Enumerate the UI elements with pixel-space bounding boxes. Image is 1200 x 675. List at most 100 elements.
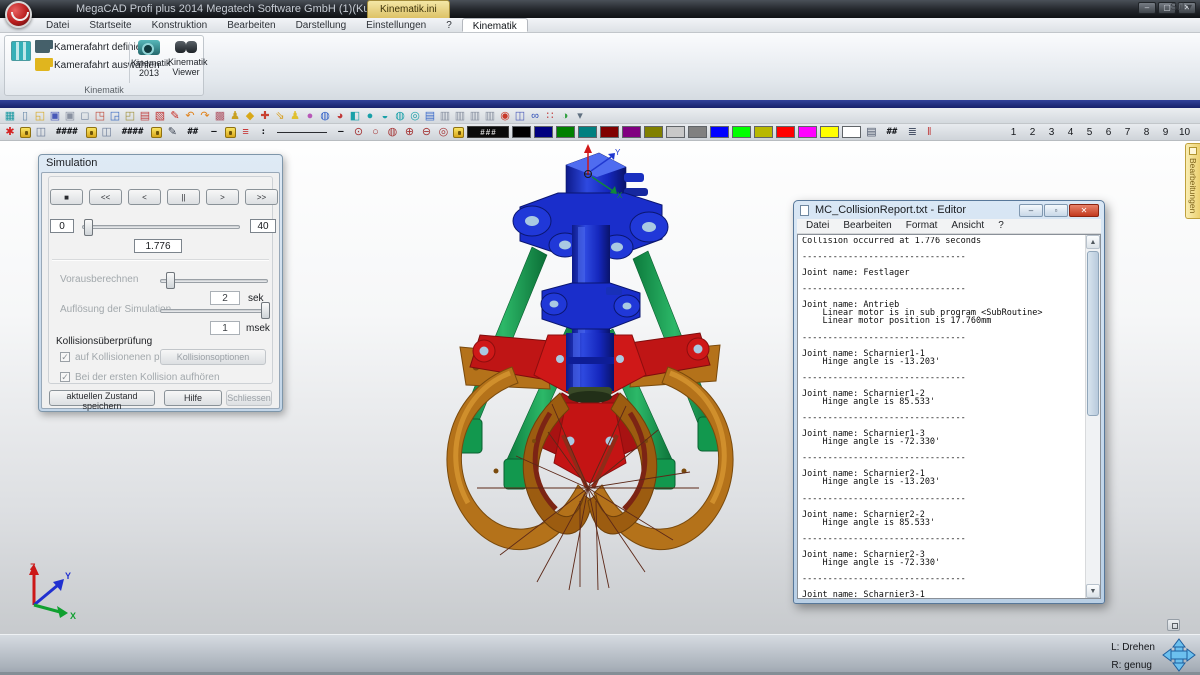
page-import-icon[interactable]: ◲	[108, 109, 122, 123]
pan-mode-icon[interactable]	[1162, 638, 1196, 672]
page-red-icon[interactable]: ▤	[138, 109, 152, 123]
color-swatch-white[interactable]	[842, 126, 861, 138]
number-button[interactable]: 6	[1099, 127, 1118, 138]
color-table-icon[interactable]: ≣	[905, 125, 919, 139]
layer-select-icon[interactable]: ◫	[34, 125, 48, 139]
check-collisions-checkbox[interactable]: ✓	[60, 352, 70, 362]
close-dialog-button[interactable]: Schliessen	[226, 390, 272, 406]
color-lock-icon[interactable]	[453, 127, 464, 138]
save-all-icon[interactable]: ▣	[63, 109, 77, 123]
range-end-input[interactable]: 40	[250, 219, 276, 233]
collision-options-button[interactable]: Kollisionsoptionen	[160, 349, 266, 365]
tab-startseite[interactable]: Startseite	[79, 18, 141, 32]
group-lock-icon[interactable]	[86, 127, 97, 138]
resolution-slider-track[interactable]	[160, 309, 268, 313]
pen-value[interactable]: ##	[182, 127, 203, 137]
redo-icon[interactable]: ↷	[198, 109, 212, 123]
linetype-drop[interactable]: –	[333, 127, 348, 137]
zoom-rotate-icon[interactable]: ◍	[385, 125, 399, 139]
kinematik-group-icon[interactable]	[11, 41, 31, 61]
play-button[interactable]: >	[206, 189, 239, 205]
resolution-value-input[interactable]: 1	[210, 321, 240, 335]
time-slider-thumb[interactable]	[84, 219, 93, 236]
stamp-icon[interactable]: ▩	[213, 109, 227, 123]
editor-text-area[interactable]: Collision occurred at 1.776 seconds ----…	[797, 234, 1101, 599]
step-back-button[interactable]: <	[128, 189, 161, 205]
precompute-value-input[interactable]: 2	[210, 291, 240, 305]
doc-pair-icon[interactable]: ◫	[513, 109, 527, 123]
color-swatch-red[interactable]	[776, 126, 795, 138]
color-swatch-silver[interactable]	[666, 126, 685, 138]
line-scale-value[interactable]: :	[256, 127, 271, 137]
linetype-preview[interactable]	[277, 132, 327, 133]
simulation-dialog-title[interactable]: Simulation	[39, 155, 282, 171]
number-button[interactable]: 10	[1175, 127, 1194, 138]
number-button[interactable]: 3	[1042, 127, 1061, 138]
zoom-window-icon[interactable]: ⊙	[351, 125, 365, 139]
tab-einstellungen[interactable]: Einstellungen	[356, 18, 436, 32]
editor-titlebar[interactable]: MC_CollisionReport.txt - Editor – ▫ ✕	[794, 201, 1104, 219]
solid-teal-box-icon[interactable]: ◧	[348, 109, 362, 123]
tab-darstellung[interactable]: Darstellung	[286, 18, 357, 32]
resolution-slider-thumb[interactable]	[261, 302, 270, 319]
number-button[interactable]: 7	[1118, 127, 1137, 138]
group-value[interactable]: ####	[117, 127, 149, 137]
material-sphere-icon[interactable]: ●	[303, 109, 317, 123]
zoom-pan-icon[interactable]: ○	[368, 125, 382, 139]
zoom-all-icon[interactable]: ◎	[436, 125, 450, 139]
sphere-teal-icon[interactable]: ●	[363, 109, 377, 123]
color-swatch-gray[interactable]	[688, 126, 707, 138]
number-button[interactable]: 2	[1023, 127, 1042, 138]
tab-help[interactable]: ?	[436, 18, 462, 32]
3d-viewport[interactable]: Y X Z Y X Simulation ■<<	[0, 141, 1200, 634]
render-sphere-icon[interactable]: ◕	[333, 109, 347, 123]
cylinder4-icon[interactable]: ▥	[483, 109, 497, 123]
color-swatch-purple[interactable]	[622, 126, 641, 138]
file-tab-kinematik-ini[interactable]: Kinematik.ini	[367, 0, 450, 18]
page-settings-icon[interactable]: ◰	[123, 109, 137, 123]
kinematik-2013-button[interactable]: Kinematik 2013	[131, 40, 167, 78]
number-button[interactable]: 5	[1080, 127, 1099, 138]
number-button[interactable]: 9	[1156, 127, 1175, 138]
time-slider-track[interactable]	[82, 225, 240, 229]
active-color-swatch[interactable]: ###	[467, 126, 509, 138]
color-value[interactable]: ##	[881, 127, 902, 137]
current-time-input[interactable]: 1.776	[134, 239, 182, 253]
help-button[interactable]: Hilfe	[164, 390, 222, 406]
number-button[interactable]: 8	[1137, 127, 1156, 138]
line-weight-icon[interactable]: ≡	[239, 125, 253, 139]
binoculars-toolbar-icon[interactable]: ∞	[528, 109, 542, 123]
editor-scrollbar[interactable]: ▲ ▼	[1085, 235, 1100, 598]
pen-width-drop[interactable]: –	[206, 127, 221, 137]
save-state-button[interactable]: aktuellen Zustand speichern	[49, 390, 155, 406]
pen-icon[interactable]: ✎	[165, 125, 179, 139]
color-wheel-icon[interactable]: ◑	[558, 109, 572, 123]
minimize-button[interactable]: –	[1138, 2, 1156, 14]
move-element-icon[interactable]: ✚	[258, 109, 272, 123]
zoom-in-icon[interactable]: ⊕	[402, 125, 416, 139]
undo-icon[interactable]: ↶	[183, 109, 197, 123]
scrollbar-thumb[interactable]	[1087, 251, 1099, 416]
new-part-icon[interactable]: ▦	[3, 109, 17, 123]
editor-close-button[interactable]: ✕	[1069, 204, 1099, 217]
new-document-icon[interactable]: ▯	[18, 109, 32, 123]
fast-forward-button[interactable]: >>	[245, 189, 278, 205]
open-file-icon[interactable]: ◱	[33, 109, 47, 123]
group-select-icon[interactable]: ◫	[100, 125, 114, 139]
grapple-model[interactable]: Y X	[400, 141, 804, 621]
snap-marker-icon[interactable]: ✱	[3, 125, 17, 139]
viewport-corner-button[interactable]	[1167, 619, 1180, 631]
airbrush-icon[interactable]: ✎	[168, 109, 182, 123]
editor-menu-item[interactable]: ?	[991, 219, 1011, 233]
color-swatch-maroon[interactable]	[600, 126, 619, 138]
editor-menu-item[interactable]: Datei	[799, 219, 836, 233]
screen-palette-icon[interactable]: ▤	[864, 125, 878, 139]
globe-teal-icon[interactable]: ◍	[393, 109, 407, 123]
style-dropdown[interactable]: Stil ▾	[1170, 2, 1192, 13]
editor-menu-item[interactable]: Bearbeiten	[836, 219, 898, 233]
stop-button[interactable]: ■	[50, 189, 83, 205]
color-swatch-black[interactable]	[512, 126, 531, 138]
editor-maximize-button[interactable]: ▫	[1044, 204, 1068, 217]
number-button[interactable]: 1	[1004, 127, 1023, 138]
user-icon[interactable]: ♟	[288, 109, 302, 123]
